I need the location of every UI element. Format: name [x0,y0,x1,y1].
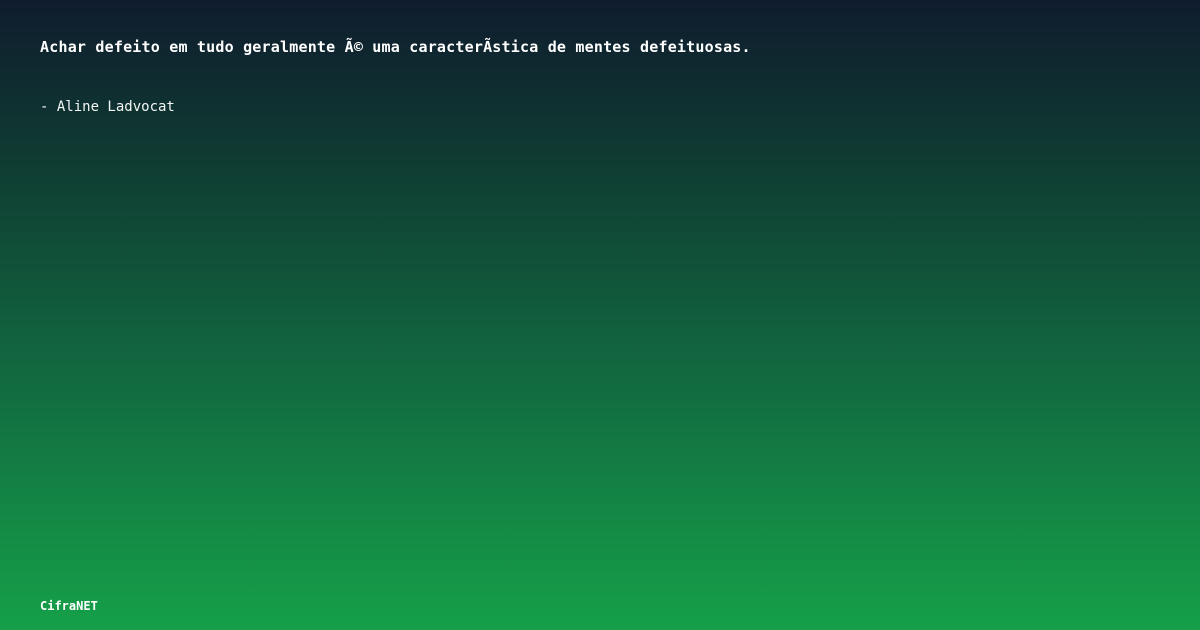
brand-logo-text: CifraNET [40,599,98,613]
quote-text: Achar defeito em tudo geralmente Ã© uma … [40,38,751,56]
quote-author: - Aline Ladvocat [40,99,175,115]
quote-card: { "quote": { "text": "Achar defeito em t… [0,0,1200,630]
